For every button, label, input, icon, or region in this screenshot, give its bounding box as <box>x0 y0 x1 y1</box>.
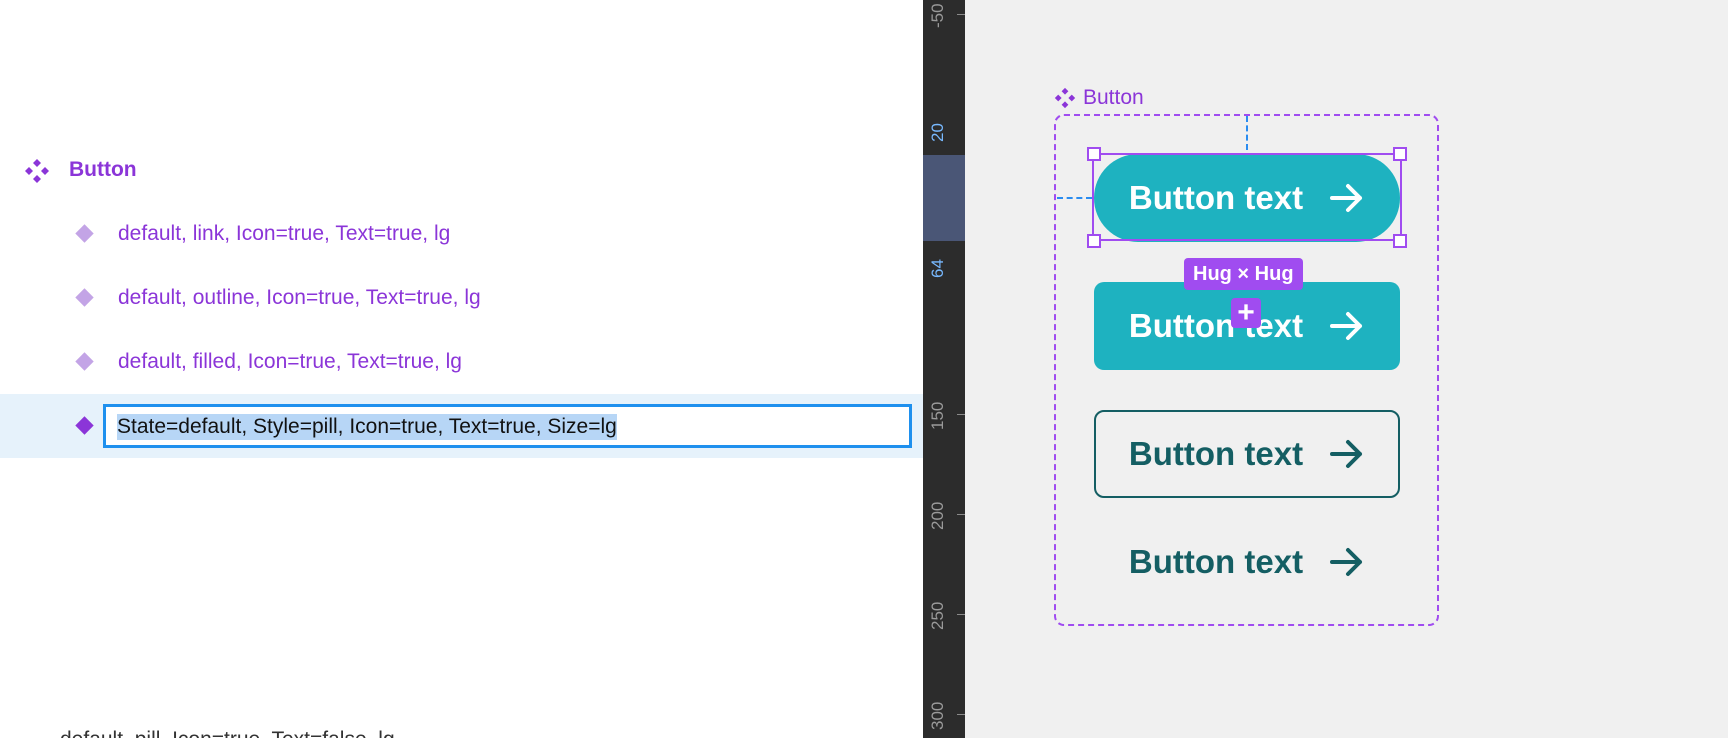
button-link-variant[interactable]: Button text <box>1094 518 1400 606</box>
ruler-label: 300 <box>928 701 947 730</box>
ruler-tick <box>957 414 965 415</box>
variant-diamond-icon <box>75 416 94 435</box>
spacing-guide-horizontal <box>1057 197 1092 199</box>
resize-handle-bottom-right[interactable] <box>1393 234 1407 248</box>
ruler-tick <box>957 14 965 15</box>
button-outline-variant[interactable]: Button text <box>1094 410 1400 498</box>
spacing-guide-vertical <box>1246 116 1248 150</box>
ruler-label: 200 <box>928 501 947 530</box>
frame-title[interactable]: Button <box>1083 85 1144 111</box>
plus-icon[interactable]: + <box>1231 298 1261 328</box>
layer-label: default, link, Icon=true, Text=true, lg <box>118 222 451 245</box>
arrow-right-icon <box>1330 312 1363 340</box>
resize-handle-bottom-left[interactable] <box>1087 234 1101 248</box>
resize-handle-top-left[interactable] <box>1087 147 1101 161</box>
layer-row-variant[interactable]: default, link, Icon=true, Text=true, lg <box>0 202 923 266</box>
ruler-selection-range <box>923 155 965 241</box>
variant-diamond-icon <box>75 288 94 307</box>
ruler-label: 150 <box>928 401 947 430</box>
component-set-icon <box>1054 87 1076 109</box>
layer-rename-value: State=default, Style=pill, Icon=true, Te… <box>117 414 617 440</box>
variant-diamond-icon <box>75 224 94 243</box>
ruler-tick <box>957 614 965 615</box>
arrow-right-icon <box>1330 548 1363 576</box>
layer-row-partial[interactable]: default, pill, Icon=true, Text=false, lg <box>60 728 395 738</box>
layers-panel: Button default, link, Icon=true, Text=tr… <box>0 0 923 738</box>
selection-outline <box>1092 153 1402 241</box>
button-text: Button text <box>1128 435 1304 472</box>
ruler-label: 64 <box>928 259 947 278</box>
layer-row-variant[interactable]: default, outline, Icon=true, Text=true, … <box>0 266 923 330</box>
layer-label: default, outline, Icon=true, Text=true, … <box>118 286 481 309</box>
component-set-icon <box>25 159 49 183</box>
button-text: Button text <box>1128 307 1304 344</box>
ruler-tick <box>957 514 965 515</box>
ruler-label: 20 <box>928 123 947 142</box>
size-label: Hug × Hug <box>1184 258 1303 290</box>
arrow-right-icon <box>1330 440 1363 468</box>
layer-rename-input[interactable]: State=default, Style=pill, Icon=true, Te… <box>103 404 912 448</box>
ruler-label: -50 <box>928 3 947 28</box>
layer-component-set-button[interactable]: Button <box>69 157 137 183</box>
ruler-label: 250 <box>928 601 947 630</box>
layer-label: default, filled, Icon=true, Text=true, l… <box>118 350 462 373</box>
resize-handle-top-right[interactable] <box>1393 147 1407 161</box>
layer-row-variant[interactable]: default, filled, Icon=true, Text=true, l… <box>0 330 923 394</box>
button-text: Button text <box>1128 543 1304 580</box>
variant-diamond-icon <box>75 352 94 371</box>
ruler-tick <box>957 714 965 715</box>
